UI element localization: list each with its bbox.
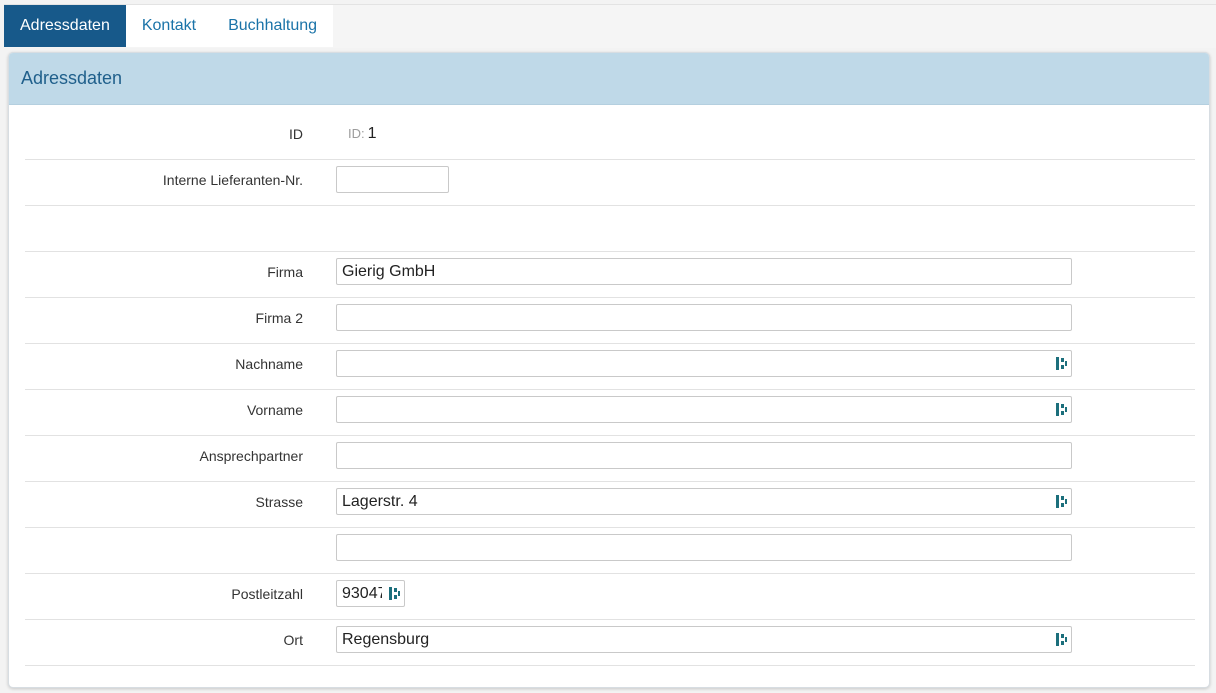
nachname-input[interactable] [337,351,1071,376]
form-row-firma2: Firma 2 [25,298,1195,344]
firma2-input[interactable] [337,305,1071,330]
id-label: ID [289,126,303,142]
ansprechpartner-label: Ansprechpartner [199,448,303,464]
firma2-label: Firma 2 [255,310,303,326]
ort-input[interactable] [337,627,1071,652]
address-lookup-icon[interactable] [1056,403,1067,416]
ansprechpartner-input[interactable] [337,443,1071,468]
vorname-input[interactable] [337,397,1071,422]
firma2-field-box [336,304,1072,331]
form-row-strasse2 [25,528,1195,574]
tab-buchhaltung[interactable]: Buchhaltung [212,5,334,47]
firma-field-box [336,258,1072,285]
id-value-display: ID: 1 [348,114,377,154]
vorname-field-box [336,396,1072,423]
form-row-vorname: Vorname [25,390,1195,436]
lieferanten-nr-label: Interne Lieferanten-Nr. [162,172,303,188]
tab-kontakt[interactable]: Kontakt [125,5,213,47]
form-row-ort: Ort [25,620,1195,666]
form-row-spacer [25,206,1195,252]
form-row-nachname: Nachname [25,344,1195,390]
plz-field-box [336,580,405,607]
form-row-firma: Firma [25,252,1195,298]
ansprechpartner-field-box [336,442,1072,469]
address-panel: Adressdaten ID ID: 1 Interne Lieferanten-… [8,52,1210,688]
tab-bar: Adressdaten Kontakt Buchhaltung [4,4,1216,48]
plz-label: Postleitzahl [231,586,303,602]
nachname-label: Nachname [235,356,303,372]
form-row-plz: Postleitzahl [25,574,1195,620]
address-lookup-icon[interactable] [389,587,400,600]
strasse-input[interactable] [337,489,1071,514]
strasse2-input[interactable] [337,535,1071,560]
ort-label: Ort [283,632,303,648]
address-lookup-icon[interactable] [1056,633,1067,646]
id-prefix: ID: [348,126,365,141]
panel-title: Adressdaten [9,53,1209,105]
form-row-ansprechpartner: Ansprechpartner [25,436,1195,482]
id-value: 1 [367,125,377,142]
ort-field-box [336,626,1072,653]
lieferanten-nr-field-box [336,166,449,193]
form-row-lieferanten-nr: Interne Lieferanten-Nr. [25,160,1195,206]
address-lookup-icon[interactable] [1056,495,1067,508]
strasse-label: Strasse [255,494,303,510]
tab-adressdaten[interactable]: Adressdaten [4,5,126,47]
firma-input[interactable] [337,259,1071,284]
nachname-field-box [336,350,1072,377]
firma-label: Firma [267,264,303,280]
strasse-field-box [336,488,1072,515]
form-row-id: ID ID: 1 [25,114,1195,160]
address-form: ID ID:1 Interne Lieferanten-Nr. Firma Fi… [25,114,1195,666]
vorname-label: Vorname [246,402,303,418]
address-lookup-icon[interactable] [1056,357,1067,370]
lieferanten-nr-input[interactable] [337,167,448,192]
strasse2-field-box [336,534,1072,561]
form-row-strasse: Strasse [25,482,1195,528]
